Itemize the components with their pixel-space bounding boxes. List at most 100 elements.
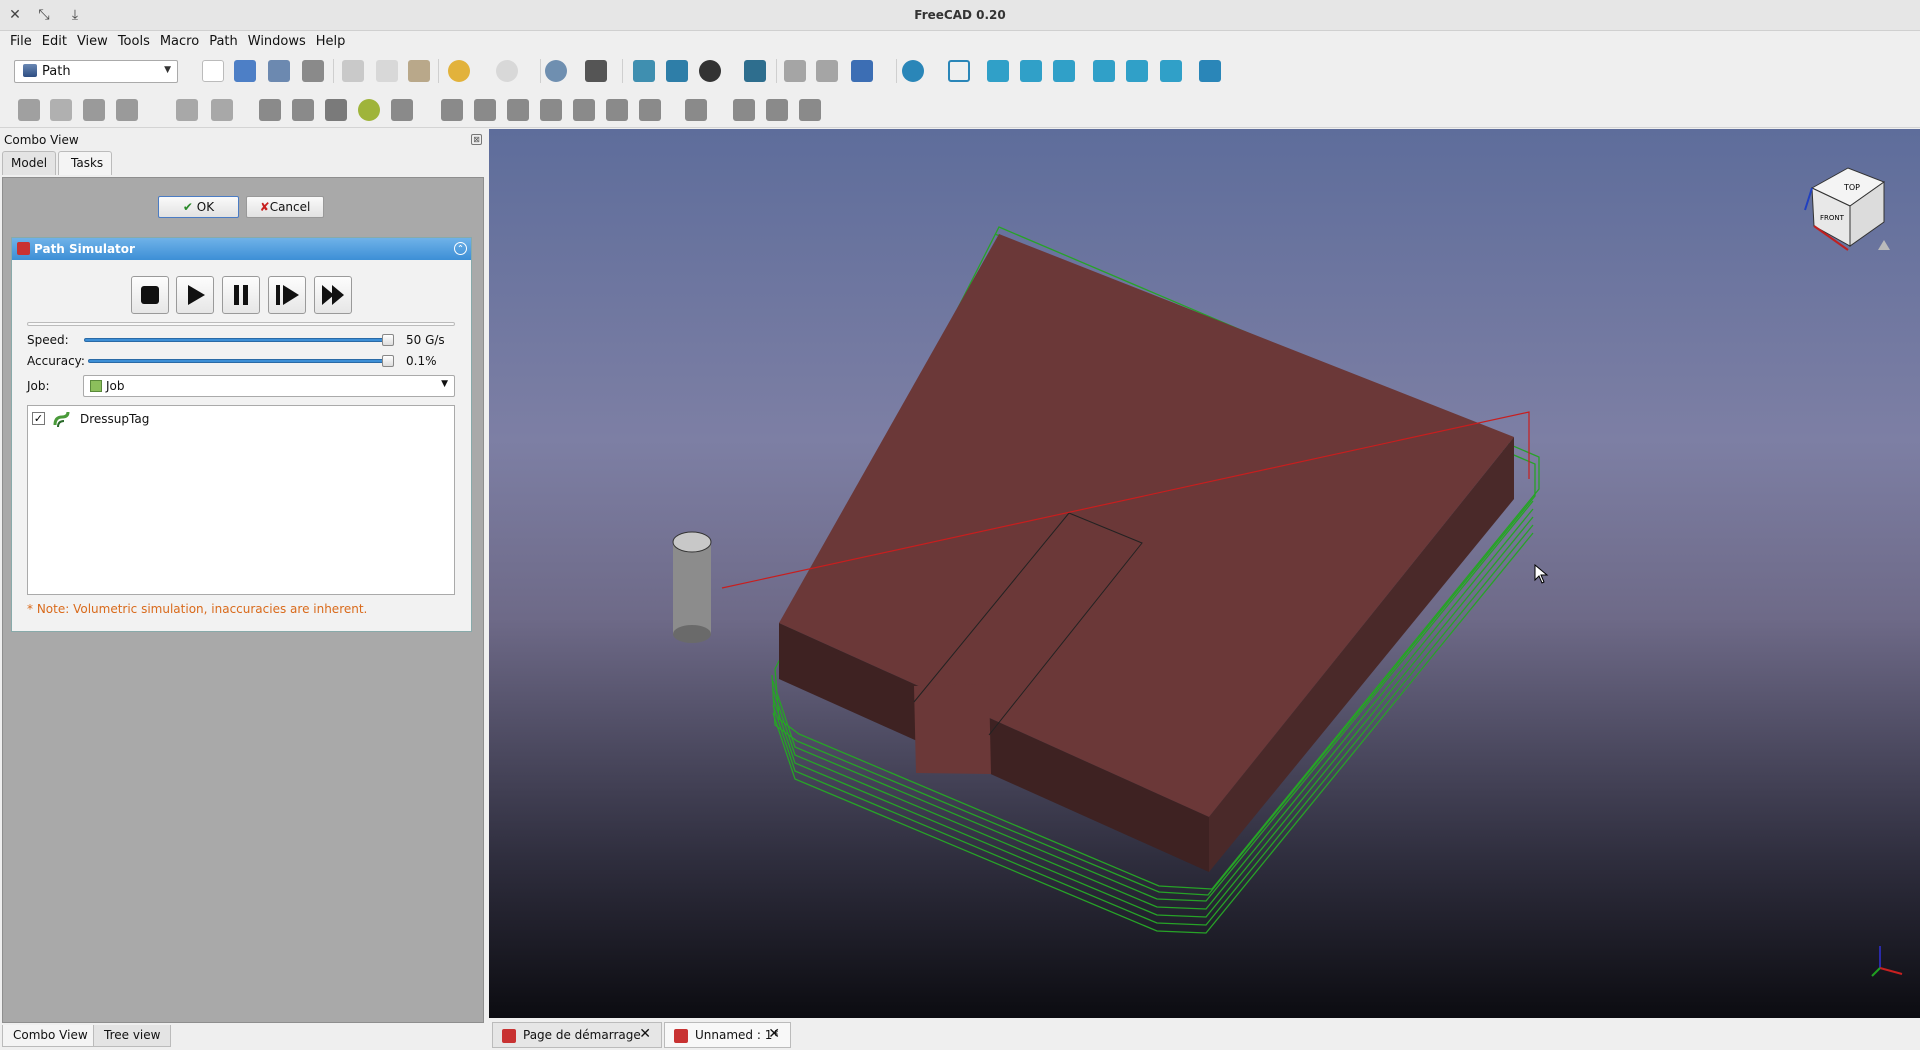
navcube-menu-icon[interactable] <box>1878 240 1890 250</box>
speed-slider-handle[interactable] <box>382 334 394 346</box>
helix-icon[interactable] <box>573 99 595 121</box>
collapse-icon[interactable]: ⌃ <box>454 242 467 255</box>
stop-icon <box>141 286 159 304</box>
job-icon[interactable] <box>18 99 40 121</box>
tool-controller-icon[interactable] <box>259 99 281 121</box>
tool-bit-icon[interactable] <box>292 99 314 121</box>
menu-windows[interactable]: Windows <box>243 31 311 49</box>
export-icon[interactable] <box>83 99 105 121</box>
3d-scene[interactable] <box>489 129 1920 1018</box>
workbench-selector[interactable]: Path ▼ <box>14 60 178 83</box>
3d-viewport[interactable] <box>489 129 1920 1018</box>
close-tab-icon[interactable]: ✕ <box>639 1026 651 1042</box>
stock-icon[interactable] <box>325 99 347 121</box>
engrave-icon[interactable] <box>606 99 628 121</box>
tab-model[interactable]: Model <box>2 151 57 175</box>
right-view-icon[interactable] <box>1053 60 1075 82</box>
menu-view[interactable]: View <box>72 31 113 49</box>
operation-label: DressupTag <box>80 412 150 426</box>
dressup-icon[interactable] <box>639 99 661 121</box>
toolbar-separator <box>622 59 623 83</box>
accuracy-slider-track[interactable] <box>88 359 394 363</box>
tab-unnamed-document[interactable]: Unnamed : 1* ✕ <box>664 1022 791 1048</box>
folder-icon[interactable] <box>50 99 72 121</box>
print-icon[interactable] <box>302 60 324 82</box>
3d-pocket-icon[interactable] <box>733 99 755 121</box>
tab-tree-view[interactable]: Tree view <box>93 1025 172 1047</box>
chevron-down-icon: ▼ <box>441 379 448 389</box>
tasks-tab-label: Tasks <box>71 156 104 170</box>
speed-label: Speed: <box>27 333 69 347</box>
float-panel-icon[interactable]: ⊠ <box>471 134 482 145</box>
bottom-view-icon[interactable] <box>1126 60 1148 82</box>
path-simulator-title: Path Simulator <box>34 242 135 256</box>
play-button[interactable] <box>176 276 214 314</box>
speed-value: 50 G/s <box>406 333 445 347</box>
rear-view-icon[interactable] <box>1093 60 1115 82</box>
refresh-icon[interactable] <box>545 60 567 82</box>
job-select[interactable]: Job ▼ <box>83 375 455 397</box>
close-tab-icon[interactable]: ✕ <box>768 1026 780 1042</box>
top-view-icon[interactable] <box>1020 60 1042 82</box>
step-button[interactable] <box>268 276 306 314</box>
fast-forward-button[interactable] <box>314 276 352 314</box>
tab-start-page[interactable]: Page de démarrage ✕ <box>492 1022 662 1048</box>
waterline-icon[interactable] <box>766 99 788 121</box>
menu-help[interactable]: Help <box>311 31 351 49</box>
pocket-icon[interactable] <box>474 99 496 121</box>
menu-macro[interactable]: Macro <box>155 31 204 49</box>
draw-style-icon[interactable] <box>699 60 721 82</box>
panel-bottom-tabs: Combo View Tree view <box>0 1025 488 1050</box>
tab-tasks[interactable]: Tasks <box>58 151 113 175</box>
back-icon[interactable] <box>784 60 806 82</box>
drilling-icon[interactable] <box>507 99 529 121</box>
path-workbench-icon <box>23 64 37 77</box>
tab-combo-view[interactable]: Combo View <box>2 1025 99 1047</box>
navigation-cube[interactable]: TOP FRONT <box>1800 160 1890 260</box>
save-icon[interactable] <box>268 60 290 82</box>
copy-icon[interactable] <box>376 60 398 82</box>
accuracy-slider-handle[interactable] <box>382 355 394 367</box>
new-document-icon[interactable] <box>202 60 224 82</box>
fit-all-icon[interactable] <box>633 60 655 82</box>
bounding-box-icon[interactable] <box>744 60 766 82</box>
cancel-button[interactable]: ✘Cancel <box>246 196 324 218</box>
open-icon[interactable] <box>234 60 256 82</box>
inspect-gcode-icon[interactable] <box>176 99 198 121</box>
post-process-icon[interactable] <box>116 99 138 121</box>
selection-loop-icon[interactable] <box>211 99 233 121</box>
ok-label: OK <box>196 200 215 214</box>
speed-slider-track[interactable] <box>84 338 394 342</box>
zoom-icon[interactable] <box>902 60 924 82</box>
adaptive-icon[interactable] <box>799 99 821 121</box>
menu-tools[interactable]: Tools <box>113 31 155 49</box>
job-icon <box>90 380 102 392</box>
redo-icon[interactable] <box>496 60 518 82</box>
left-view-icon[interactable] <box>1160 60 1182 82</box>
menu-file[interactable]: File <box>5 31 37 49</box>
simulator-icon[interactable] <box>358 99 380 121</box>
forward-icon[interactable] <box>816 60 838 82</box>
ok-button[interactable]: ✔ OK <box>158 196 239 218</box>
profile-icon[interactable] <box>441 99 463 121</box>
menu-edit[interactable]: Edit <box>37 31 72 49</box>
isometric-view-icon[interactable] <box>948 60 970 82</box>
fit-selection-icon[interactable] <box>666 60 688 82</box>
front-view-icon[interactable] <box>987 60 1009 82</box>
face-icon[interactable] <box>540 99 562 121</box>
undo-icon[interactable] <box>448 60 470 82</box>
partial-commands-icon[interactable] <box>685 99 707 121</box>
measure-icon[interactable] <box>1199 60 1221 82</box>
workbench-nav-icon[interactable] <box>851 60 873 82</box>
menu-path[interactable]: Path <box>204 31 243 49</box>
menu-bar: File Edit View Tools Macro Path Windows Help <box>0 31 1920 53</box>
paste-icon[interactable] <box>408 60 430 82</box>
tool-library-icon[interactable] <box>391 99 413 121</box>
whats-this-icon[interactable] <box>585 60 607 82</box>
pause-button[interactable] <box>222 276 260 314</box>
cut-icon[interactable] <box>342 60 364 82</box>
toolbar-separator <box>540 59 541 83</box>
stop-button[interactable] <box>131 276 169 314</box>
ok-icon: ✔ <box>182 200 193 214</box>
operation-checkbox[interactable]: ✓ <box>32 412 45 425</box>
